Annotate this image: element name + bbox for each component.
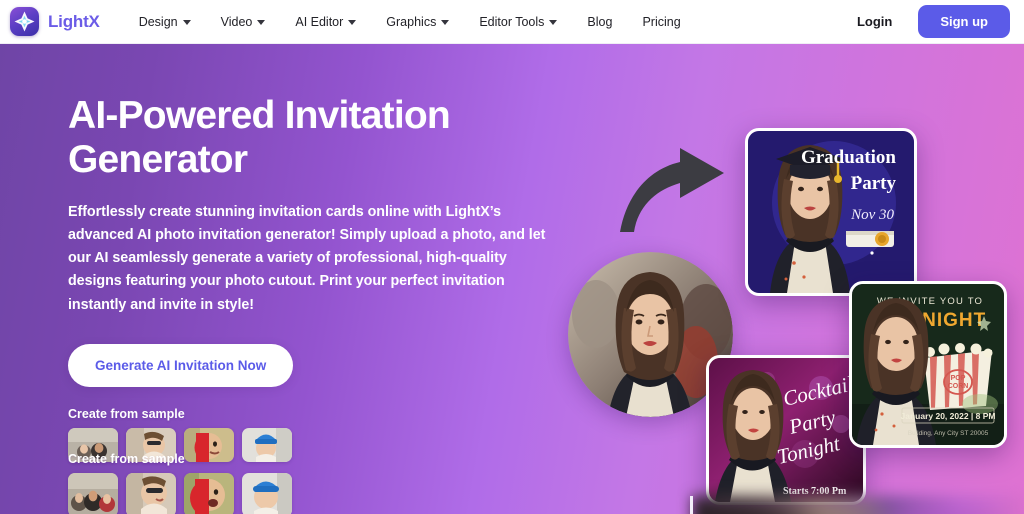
lightx-star-logo-icon xyxy=(10,7,39,36)
chevron-down-icon xyxy=(441,20,450,25)
page-title-line2: Generator xyxy=(68,138,248,182)
lightx-landing-page: LightX Design Video AI Editor Graphics E… xyxy=(0,0,1024,514)
create-from-sample-block-2: Create from sample xyxy=(68,452,328,514)
nav-label: Blog xyxy=(587,14,613,29)
nav-item-graphics[interactable]: Graphics xyxy=(371,8,464,36)
nav-label: Graphics xyxy=(386,14,437,29)
generate-invitation-button[interactable]: Generate AI Invitation Now xyxy=(68,343,294,387)
sample-thumb-blue-beanie[interactable] xyxy=(242,473,292,514)
nav-item-video[interactable]: Video xyxy=(206,8,281,36)
nav-label: Video xyxy=(220,14,253,29)
svg-text:POP: POP xyxy=(951,375,966,382)
blurred-bottom-overlay xyxy=(692,496,1024,514)
nav-label: Design xyxy=(138,14,178,29)
nav-label: AI Editor xyxy=(295,14,344,29)
page-title: AI-Powered Invitation Generator xyxy=(68,94,568,183)
nav-label: Pricing xyxy=(642,14,681,29)
chevron-down-icon xyxy=(549,20,558,25)
hero-description: Effortlessly create stunning invitation … xyxy=(68,203,546,313)
nav-item-ai-editor[interactable]: AI Editor xyxy=(280,8,371,36)
chevron-down-icon xyxy=(348,20,357,25)
svg-text:CORN: CORN xyxy=(948,383,969,390)
svg-text:Graduation: Graduation xyxy=(801,147,896,168)
nav-item-pricing[interactable]: Pricing xyxy=(627,8,695,36)
chevron-down-icon xyxy=(257,20,266,25)
sample-thumb-sunglasses-woman[interactable] xyxy=(126,473,176,514)
fun-night-card[interactable]: WE INVITE YOU TO FUN NIGHT POP CORN Janu… xyxy=(849,281,1007,448)
curved-arrow-up-right-icon xyxy=(612,140,734,241)
site-header: LightX Design Video AI Editor Graphics E… xyxy=(0,0,1024,44)
chevron-down-icon xyxy=(182,20,191,25)
login-link[interactable]: Login xyxy=(849,8,900,35)
svg-text:Nov 30: Nov 30 xyxy=(850,207,894,223)
sample-thumbnail-row xyxy=(68,473,328,514)
page-title-line1: AI-Powered Invitation xyxy=(68,94,451,137)
cocktail-card[interactable]: Cocktail Party Tonight Starts 7:00 Pm xyxy=(706,355,866,505)
main-navigation: Design Video AI Editor Graphics Editor T… xyxy=(124,8,696,36)
svg-text:Building, Any City ST 20005: Building, Any City ST 20005 xyxy=(908,430,989,437)
nav-item-design[interactable]: Design xyxy=(124,8,206,36)
hero-copy: AI-Powered Invitation Generator Effortle… xyxy=(68,94,568,387)
overlay-edge xyxy=(690,496,693,514)
sample-thumb-red-facepaint[interactable] xyxy=(184,473,234,514)
nav-item-editor-tools[interactable]: Editor Tools xyxy=(464,8,572,36)
create-from-sample-label: Create from sample xyxy=(68,407,185,421)
svg-text:Party: Party xyxy=(851,173,897,194)
brand-name: LightX xyxy=(48,11,100,31)
svg-text:January 20, 2022 | 8 PM: January 20, 2022 | 8 PM xyxy=(901,411,996,421)
create-from-sample-label: Create from sample xyxy=(68,452,185,466)
nav-label: Editor Tools xyxy=(479,14,545,29)
nav-item-blog[interactable]: Blog xyxy=(572,8,627,36)
graduation-card[interactable]: Graduation Party Nov 30 xyxy=(745,128,917,296)
signup-button[interactable]: Sign up xyxy=(918,5,1010,38)
hero-section: AI-Powered Invitation Generator Effortle… xyxy=(0,44,1024,514)
header-actions: Login Sign up xyxy=(849,5,1010,38)
brand-logo[interactable]: LightX xyxy=(10,7,100,36)
sample-thumb-group-photo[interactable] xyxy=(68,473,118,514)
